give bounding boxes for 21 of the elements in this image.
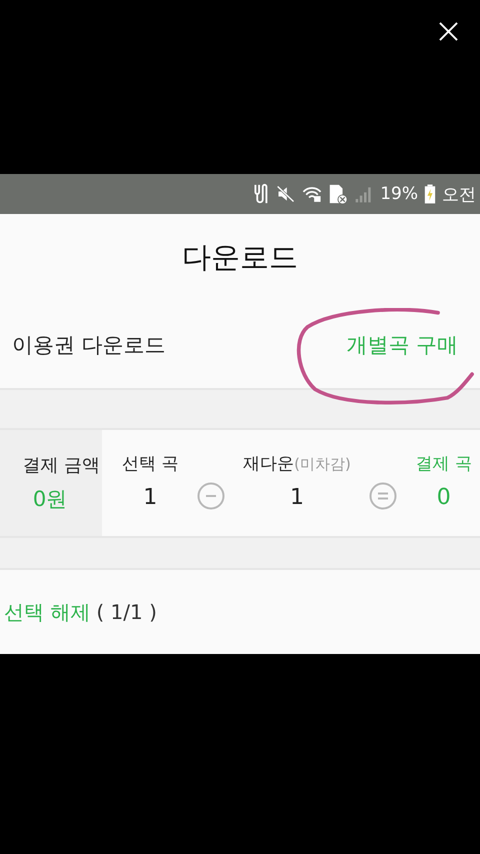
mute-icon xyxy=(276,183,296,205)
column-value: 0 xyxy=(436,485,451,510)
column-value: 1 xyxy=(290,485,304,510)
column-label: 선택 곡 xyxy=(122,453,178,475)
battery-percent: 19% xyxy=(380,184,418,204)
sd-card-icon xyxy=(328,183,348,205)
amount-value: 0원 xyxy=(32,486,68,513)
tab[interactable]: 개별곡 구매 xyxy=(346,331,458,359)
selection-count: ( 1/1 ) xyxy=(96,600,157,624)
column-label: 결제 곡 xyxy=(416,453,472,475)
close-icon[interactable] xyxy=(439,22,458,41)
column-value: 1 xyxy=(143,485,158,510)
equals-icon xyxy=(369,482,398,510)
clock: 오전 xyxy=(442,184,476,206)
column-label: 재다운(미차감) xyxy=(243,453,351,475)
deselect-link[interactable]: 선택 해제 xyxy=(4,598,90,626)
amount-label: 결제 금액 xyxy=(22,454,100,477)
page-title: 다운로드 xyxy=(182,239,298,276)
tab[interactable]: 이용권 다운로드 xyxy=(12,331,166,359)
minus-icon xyxy=(196,482,225,510)
battery-charging-icon xyxy=(424,183,436,205)
